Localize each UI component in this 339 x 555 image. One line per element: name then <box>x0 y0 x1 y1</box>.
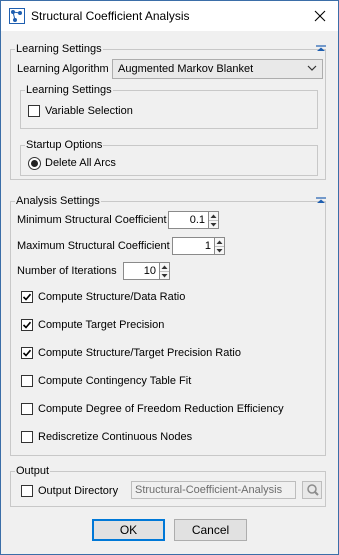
analysis-option-checkbox[interactable] <box>21 431 33 443</box>
inner-learning-settings-group: Learning Settings Variable Selection <box>20 84 318 129</box>
cancel-button[interactable]: Cancel <box>174 519 247 541</box>
analysis-option-label: Compute Target Precision <box>38 319 165 331</box>
inner-learning-settings-legend: Learning Settings <box>25 84 113 96</box>
output-directory-input[interactable]: Structural-Coefficient-Analysis <box>131 481 296 499</box>
spin-up-button[interactable] <box>215 238 224 246</box>
maximum-coefficient-input[interactable]: 1 <box>172 237 214 255</box>
collapse-icon[interactable] <box>316 45 326 52</box>
radio-selected-dot <box>31 159 38 167</box>
spin-down-button[interactable] <box>215 245 224 255</box>
check-mark-icon <box>22 293 32 301</box>
collapse-icon[interactable] <box>316 197 326 204</box>
analysis-option-checkbox[interactable] <box>21 291 33 303</box>
dialog-title: Structural Coefficient Analysis <box>31 9 190 23</box>
spin-down-button[interactable] <box>209 219 218 229</box>
learning-algorithm-label: Learning Algorithm <box>17 63 109 75</box>
ok-button[interactable]: OK <box>92 519 165 541</box>
analysis-option-1[interactable]: Compute Target Precision <box>21 316 164 334</box>
analysis-settings-legend: Analysis Settings <box>15 195 101 207</box>
analysis-option-4[interactable]: Compute Degree of Freedom Reduction Effi… <box>21 400 284 418</box>
analysis-option-checkbox[interactable] <box>21 347 33 359</box>
output-directory-option[interactable]: Output Directory <box>21 482 118 500</box>
iterations-input[interactable]: 10 <box>123 262 159 280</box>
output-directory-checkbox[interactable] <box>21 485 33 497</box>
learning-algorithm-select[interactable]: Augmented Markov Blanket <box>112 59 323 79</box>
output-directory-label: Output Directory <box>38 485 119 497</box>
iterations-label: Number of Iterations <box>17 265 117 277</box>
maximum-coefficient-label: Maximum Structural Coefficient <box>17 240 170 252</box>
caret-down-icon <box>216 248 223 252</box>
caret-down-icon <box>161 273 168 277</box>
learning-algorithm-value: Augmented Markov Blanket <box>118 63 254 75</box>
spin-up-button[interactable] <box>209 212 218 220</box>
analysis-option-5[interactable]: Rediscretize Continuous Nodes <box>21 428 192 446</box>
check-mark-icon <box>22 349 32 357</box>
analysis-option-label: Rediscretize Continuous Nodes <box>38 431 193 443</box>
analysis-option-label: Compute Structure/Target Precision Ratio <box>38 347 241 359</box>
check-mark-icon <box>22 321 32 329</box>
magnifier-icon <box>307 484 319 496</box>
variable-selection-option[interactable]: Variable Selection <box>28 102 133 120</box>
minimum-coefficient-spinner[interactable]: 0.1 <box>168 211 219 229</box>
close-button[interactable] <box>306 3 334 29</box>
analysis-option-label: Compute Structure/Data Ratio <box>38 291 186 303</box>
analysis-option-0[interactable]: Compute Structure/Data Ratio <box>21 288 185 306</box>
startup-options-group: Startup Options Delete All Arcs <box>20 139 318 176</box>
analysis-option-label: Compute Degree of Freedom Reduction Effi… <box>38 403 284 415</box>
browse-button[interactable] <box>302 481 322 499</box>
output-group: Output Output Directory Structural-Coeff… <box>10 465 326 507</box>
iterations-spinner[interactable]: 10 <box>123 262 170 280</box>
caret-down-icon <box>210 222 217 226</box>
spin-down-button[interactable] <box>160 270 169 280</box>
analysis-option-3[interactable]: Compute Contingency Table Fit <box>21 372 191 390</box>
analysis-option-2[interactable]: Compute Structure/Target Precision Ratio <box>21 344 241 362</box>
delete-all-arcs-label: Delete All Arcs <box>45 157 116 169</box>
minimum-coefficient-input[interactable]: 0.1 <box>168 211 208 229</box>
maximum-coefficient-spinner[interactable]: 1 <box>172 237 225 255</box>
dialog-window: Structural Coefficient Analysis Learning… <box>0 0 339 555</box>
minimum-coefficient-label: Minimum Structural Coefficient <box>17 214 167 226</box>
output-legend: Output <box>15 465 51 477</box>
analysis-settings-group: Analysis Settings Minimum Structural Coe… <box>10 195 326 456</box>
chevron-down-icon <box>307 65 317 71</box>
title-bar[interactable]: Structural Coefficient Analysis <box>1 1 338 31</box>
learning-settings-group: Learning Settings Learning Algorithm Aug… <box>10 43 326 180</box>
spin-up-button[interactable] <box>160 263 169 271</box>
variable-selection-label: Variable Selection <box>45 105 133 117</box>
learning-settings-legend: Learning Settings <box>15 43 103 55</box>
variable-selection-checkbox[interactable] <box>28 105 40 117</box>
analysis-option-checkbox[interactable] <box>21 403 33 415</box>
analysis-option-checkbox[interactable] <box>21 319 33 331</box>
analysis-option-checkbox[interactable] <box>21 375 33 387</box>
close-icon <box>314 10 326 22</box>
analysis-option-label: Compute Contingency Table Fit <box>38 375 192 387</box>
delete-all-arcs-option[interactable]: Delete All Arcs <box>28 154 116 172</box>
app-network-icon <box>9 8 25 24</box>
delete-all-arcs-radio[interactable] <box>28 156 41 170</box>
startup-options-legend: Startup Options <box>25 139 104 151</box>
